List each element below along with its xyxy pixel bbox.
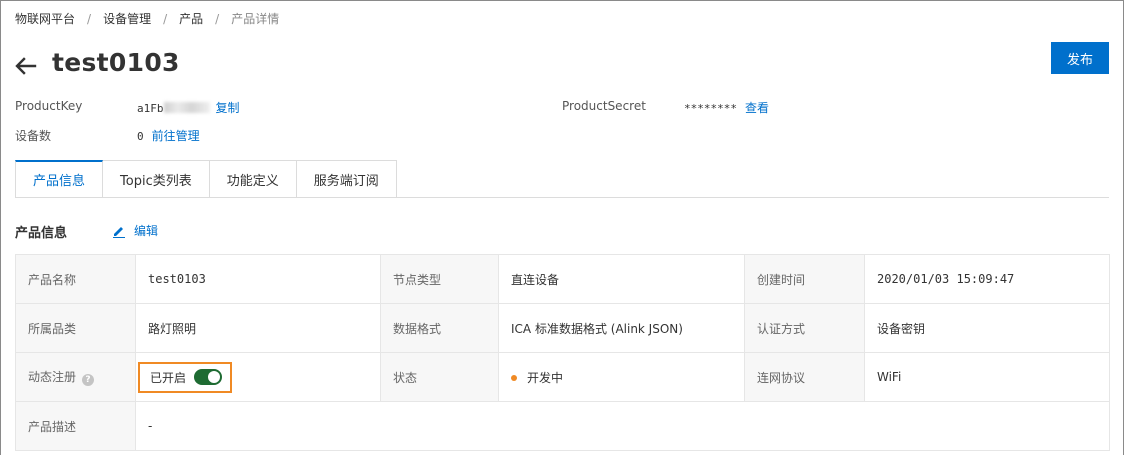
data-format-value: ICA 标准数据格式 (Alink JSON) xyxy=(498,303,745,353)
breadcrumb-product[interactable]: 产品 xyxy=(179,10,203,27)
category-label: 所属品类 xyxy=(15,303,136,353)
publish-button[interactable]: 发布 xyxy=(1051,42,1109,74)
product-description-value: - xyxy=(135,401,1110,451)
tab-divider xyxy=(15,197,1109,198)
auth-method-label: 认证方式 xyxy=(744,303,865,353)
product-key-label: ProductKey xyxy=(15,99,83,113)
status-value: 开发中 xyxy=(527,370,564,385)
table-row: 产品描述 - xyxy=(15,401,1110,451)
tab-function-definition[interactable]: 功能定义 xyxy=(209,160,297,198)
breadcrumb-separator: / xyxy=(163,11,168,26)
tab-product-info[interactable]: 产品信息 xyxy=(15,160,104,198)
back-arrow-icon[interactable] xyxy=(14,54,38,78)
product-info-table: 产品名称 test0103 节点类型 直连设备 创建时间 2020/01/03 … xyxy=(15,254,1110,451)
dynamic-registration-cell: 动态注册? xyxy=(15,352,136,402)
product-secret-value: ******** xyxy=(684,102,737,115)
tab-topic-list[interactable]: Topic类列表 xyxy=(103,160,210,198)
breadcrumb-device-management[interactable]: 设备管理 xyxy=(103,10,151,27)
product-key-value: a1Fb xyxy=(137,102,164,115)
tab-server-subscription[interactable]: 服务端订阅 xyxy=(296,160,397,198)
product-tabs: 产品信息 Topic类列表 功能定义 服务端订阅 xyxy=(15,160,397,198)
redacted-blur xyxy=(163,102,210,113)
network-protocol-value: WiFi xyxy=(864,352,1110,402)
toggle-knob xyxy=(208,371,221,383)
go-manage-link[interactable]: 前往管理 xyxy=(152,129,200,143)
breadcrumb-product-detail: 产品详情 xyxy=(231,12,280,26)
page-title: test0103 xyxy=(52,48,180,77)
table-row: 产品名称 test0103 节点类型 直连设备 创建时间 2020/01/03 … xyxy=(15,254,1110,304)
product-secret-label-wrap: ProductSecret xyxy=(562,99,646,113)
product-key-label-wrap: ProductKey xyxy=(15,99,82,113)
breadcrumb: 物联网平台 / 设备管理 / 产品 / 产品详情 xyxy=(15,10,279,27)
product-secret-value-wrap: ******** 查看 xyxy=(684,99,769,116)
dynamic-registration-value-cell: 已开启 xyxy=(135,352,381,402)
node-type-value: 直连设备 xyxy=(498,254,745,304)
device-count-label-wrap: 设备数 xyxy=(15,127,51,144)
category-value: 路灯照明 xyxy=(135,303,381,353)
created-time-value: 2020/01/03 15:09:47 xyxy=(864,254,1110,304)
status-value-cell: 开发中 xyxy=(498,352,745,402)
network-protocol-label: 连网协议 xyxy=(744,352,865,402)
product-name-value: test0103 xyxy=(135,254,381,304)
breadcrumb-separator: / xyxy=(215,11,220,26)
dynamic-registration-value: 已开启 xyxy=(150,370,187,385)
edit-label: 编辑 xyxy=(134,224,159,238)
edit-button[interactable]: 编辑 xyxy=(112,222,158,239)
created-time-label: 创建时间 xyxy=(744,254,865,304)
device-count-value-wrap: 0 前往管理 xyxy=(137,127,200,144)
auth-method-value: 设备密钥 xyxy=(864,303,1110,353)
status-label: 状态 xyxy=(380,352,499,402)
node-type-label: 节点类型 xyxy=(380,254,499,304)
status-dot-icon xyxy=(511,374,517,381)
dynamic-registration-label: 动态注册 xyxy=(28,370,77,384)
breadcrumb-separator: / xyxy=(87,11,92,26)
table-row: 所属品类 路灯照明 数据格式 ICA 标准数据格式 (Alink JSON) 认… xyxy=(15,303,1110,353)
pencil-icon xyxy=(113,226,125,238)
view-product-secret-link[interactable]: 查看 xyxy=(745,101,769,115)
product-key-value-wrap: a1Fb 复制 xyxy=(137,99,240,116)
product-name-label: 产品名称 xyxy=(15,254,136,304)
data-format-label: 数据格式 xyxy=(380,303,499,353)
dynamic-registration-toggle[interactable] xyxy=(194,369,223,385)
copy-product-key-link[interactable]: 复制 xyxy=(216,101,240,115)
device-count-label: 设备数 xyxy=(15,129,52,143)
breadcrumb-iot-platform[interactable]: 物联网平台 xyxy=(15,10,75,27)
section-title: 产品信息 xyxy=(15,226,68,241)
table-row: 动态注册? 已开启 状态 开发中 连网协议 WiFi xyxy=(15,352,1110,402)
dynamic-registration-highlight: 已开启 xyxy=(138,361,233,393)
product-description-label: 产品描述 xyxy=(15,401,136,451)
device-count-value: 0 xyxy=(137,130,144,143)
question-help-icon[interactable]: ? xyxy=(82,374,95,386)
product-secret-label: ProductSecret xyxy=(562,99,646,113)
